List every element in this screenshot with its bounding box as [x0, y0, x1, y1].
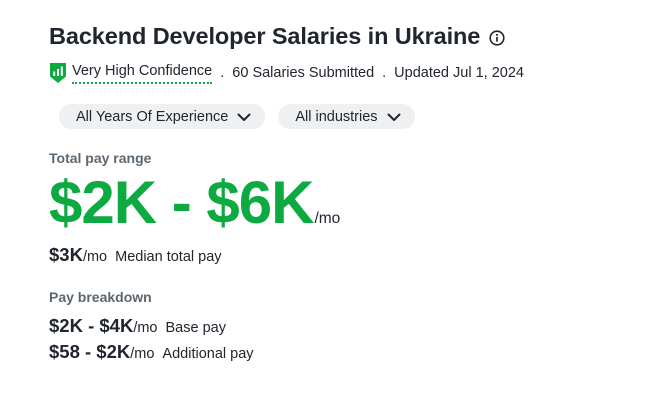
median-pay-row: $3K /mo Median total pay [49, 244, 639, 266]
separator: . [382, 65, 387, 81]
confidence-label: Very High Confidence [72, 63, 213, 84]
salaries-submitted: 60 Salaries Submitted [232, 65, 375, 81]
bar-chart-shield-icon [49, 62, 67, 84]
median-pay-label: Median total pay [115, 249, 222, 265]
experience-filter-dropdown[interactable]: All Years Of Experience [59, 104, 266, 129]
additional-pay-unit: /mo [130, 346, 155, 362]
meta-row: Very High Confidence . 60 Salaries Submi… [49, 61, 639, 85]
base-pay-row: $2K - $4K /mo Base pay [49, 315, 639, 337]
additional-pay-label: Additional pay [162, 346, 254, 362]
pay-breakdown-heading: Pay breakdown [49, 289, 152, 305]
total-pay-range-value: $2K - $6K [49, 169, 314, 236]
median-pay-value: $3K [49, 244, 83, 265]
base-pay-unit: /mo [133, 320, 158, 336]
total-pay-range: $2K - $6K /mo [49, 170, 639, 236]
industries-filter-label: All industries [295, 108, 378, 125]
total-pay-heading: Total pay range [49, 150, 152, 166]
chevron-down-icon [236, 109, 252, 125]
page-title: Backend Developer Salaries in Ukraine [49, 22, 481, 49]
updated-date: Updated Jul 1, 2024 [394, 65, 524, 81]
title-row: Backend Developer Salaries in Ukraine [49, 18, 639, 54]
base-pay-label: Base pay [165, 320, 226, 336]
info-icon[interactable] [489, 29, 505, 46]
chevron-down-icon [386, 109, 402, 125]
base-pay-value: $2K - $4K [49, 315, 134, 336]
industries-filter-dropdown[interactable]: All industries [278, 104, 415, 129]
experience-filter-label: All Years Of Experience [76, 108, 229, 125]
median-pay-unit: /mo [82, 249, 108, 265]
separator: . [220, 65, 225, 81]
filter-bar: All Years Of Experience All industries [59, 104, 639, 129]
confidence-indicator[interactable]: Very High Confidence [49, 62, 213, 84]
additional-pay-row: $58 - $2K /mo Additional pay [49, 341, 639, 363]
salary-summary: Backend Developer Salaries in Ukraine Ve… [49, 18, 639, 363]
total-pay-range-unit: /mo [314, 210, 341, 227]
additional-pay-value: $58 - $2K [49, 341, 131, 362]
